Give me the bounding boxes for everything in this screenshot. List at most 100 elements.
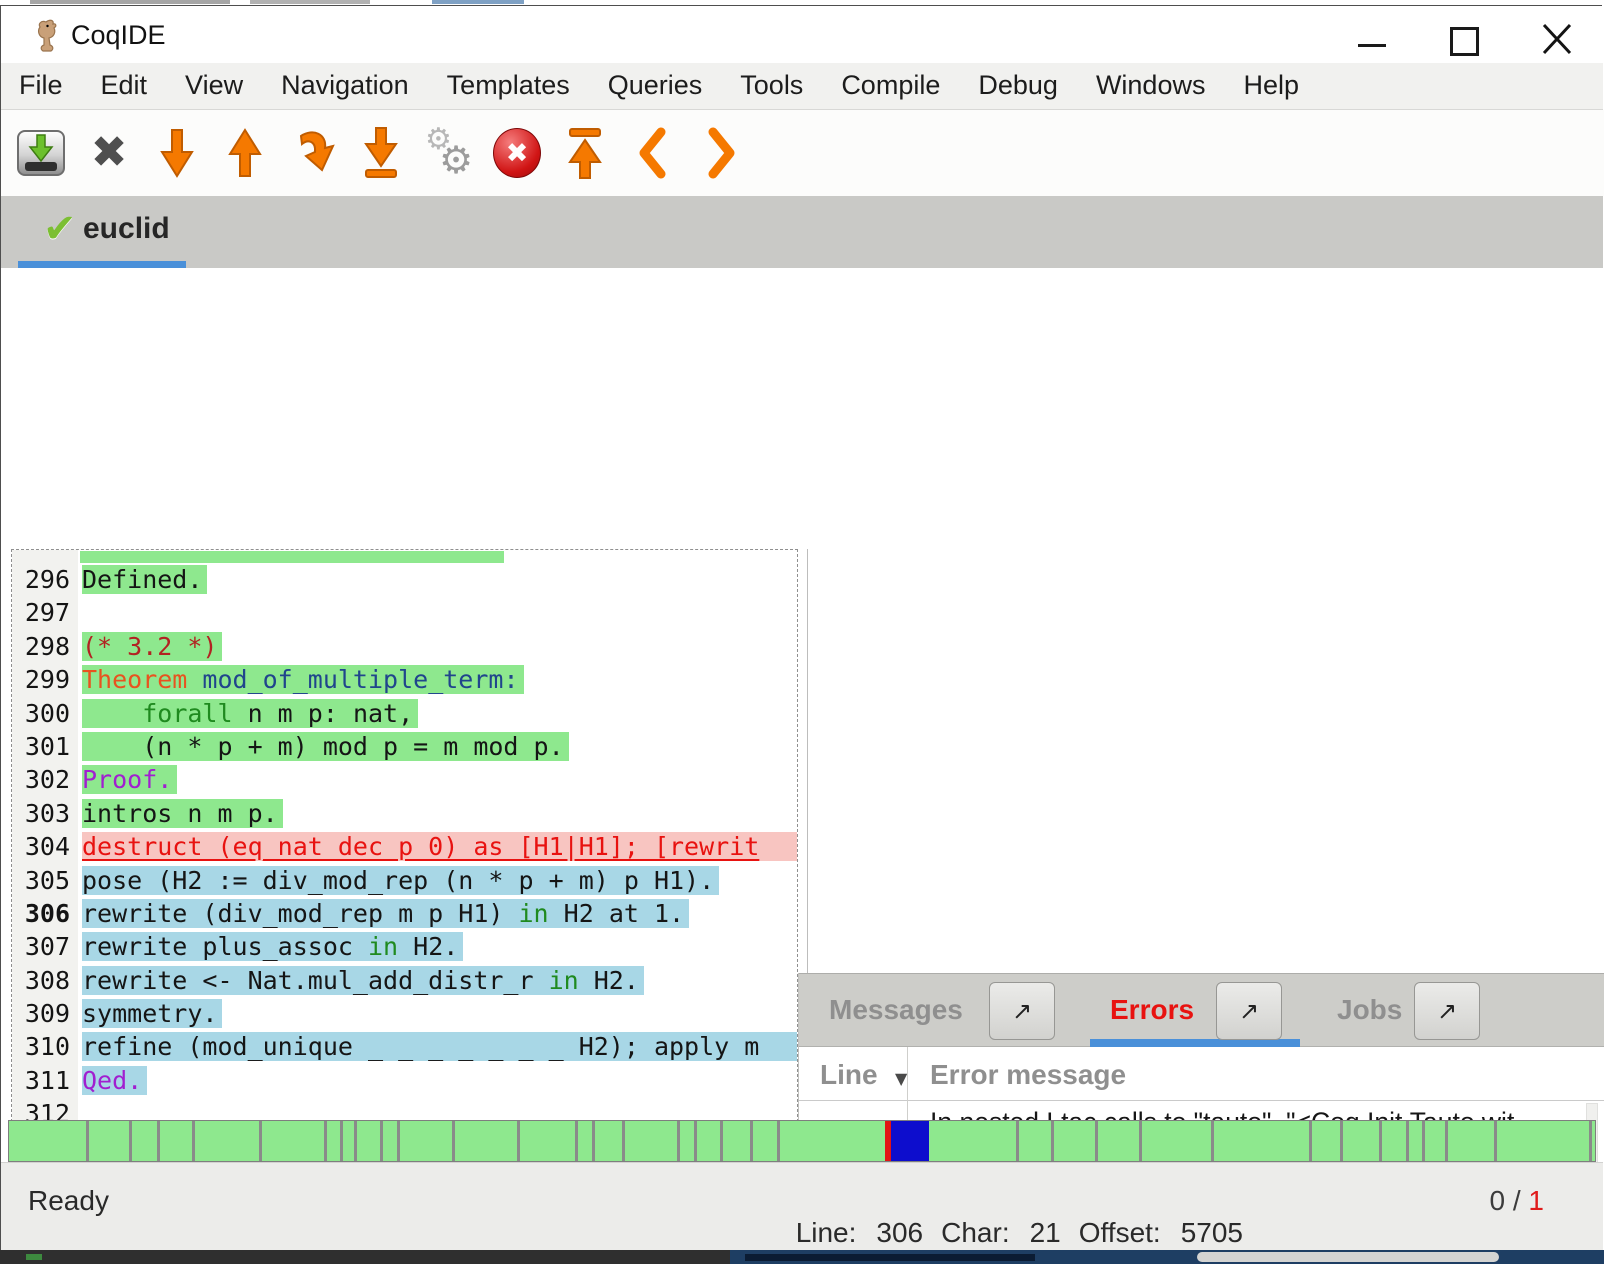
menu-item-debug[interactable]: Debug [978, 63, 1058, 109]
segment-separator [259, 1121, 262, 1161]
segment-separator [1445, 1121, 1448, 1161]
code-line-306[interactable]: 306rewrite (div_mod_rep m p H1) in H2 at… [12, 897, 797, 930]
detach-errors-button[interactable]: ↗ [1216, 982, 1282, 1040]
code-line-296[interactable]: 296Defined. [12, 563, 797, 596]
menu-item-compile[interactable]: Compile [841, 63, 940, 109]
segment-separator [380, 1121, 383, 1161]
go-to-cursor-button curved-arrow-icon[interactable] [287, 122, 339, 184]
line-number: 300 [12, 697, 78, 730]
menu-item-tools[interactable]: Tools [740, 63, 803, 109]
code-text: forall n m p: nat, [78, 697, 797, 730]
main-content: 296Defined.297298(* 3.2 *)299Theorem mod… [1, 268, 1603, 1105]
save-button save-icon[interactable] [15, 122, 67, 184]
menu-item-edit[interactable]: Edit [101, 63, 148, 109]
menu-item-help[interactable]: Help [1243, 63, 1299, 109]
segment-separator [750, 1121, 753, 1161]
line-label: Line: [796, 1217, 857, 1248]
line-number: 304 [12, 830, 78, 863]
code-line-301[interactable]: 301 (n * p + m) mod p = m mod p. [12, 730, 797, 763]
preferences-button gears-icon[interactable]: ⚙⚙ [423, 122, 475, 184]
menu-item-file[interactable]: File [19, 63, 63, 109]
line-number: 299 [12, 663, 78, 696]
code-line-308[interactable]: 308rewrite <- Nat.mul_add_distr_r in H2. [12, 964, 797, 997]
code-text: Defined. [78, 563, 797, 596]
menu-item-templates[interactable]: Templates [447, 63, 570, 109]
segment-separator [340, 1121, 343, 1161]
counter-prefix: 0 / [1490, 1185, 1521, 1216]
line-number: 306 [12, 897, 78, 930]
menu-item-queries[interactable]: Queries [608, 63, 703, 109]
tab-messages[interactable]: Messages [829, 994, 963, 1026]
code-text: intros n m p. [78, 797, 797, 830]
code-text: (n * p + m) mod p = m mod p. [78, 730, 797, 763]
segment-separator [1422, 1121, 1425, 1161]
line-number: 297 [12, 596, 78, 629]
code-line-310[interactable]: 310refine (mod_unique _ _ _ _ _ _ _ H2);… [12, 1030, 797, 1063]
code-line-299[interactable]: 299Theorem mod_of_multiple_term: [12, 663, 797, 696]
tab-jobs[interactable]: Jobs [1337, 994, 1402, 1026]
run-to-end-button down-arrow-bar-icon[interactable] [355, 122, 407, 184]
restart-button up-arrow-bar-icon[interactable] [559, 122, 611, 184]
feedback-tabs-header: Messages ↗ Errors ↗ Jobs ↗ [799, 973, 1604, 1047]
segment-separator [452, 1121, 455, 1161]
code-line-303[interactable]: 303intros n m p. [12, 797, 797, 830]
detach-arrow-icon: ↗ [1239, 997, 1259, 1025]
partial-line-above [80, 551, 504, 563]
previous-button chevron-left-icon[interactable] [627, 122, 679, 184]
segment-separator [1211, 1121, 1214, 1161]
tabstrip: ✔ euclid [1, 196, 1603, 268]
menu-item-view[interactable]: View [185, 63, 243, 109]
segment-separator [86, 1121, 89, 1161]
sort-descending-icon[interactable]: ▼ [895, 1069, 907, 1088]
background-scrollbar-thumb [1197, 1252, 1499, 1262]
code-line-300[interactable]: 300 forall n m p: nat, [12, 697, 797, 730]
segment-separator [1051, 1121, 1054, 1161]
code-line-302[interactable]: 302Proof. [12, 763, 797, 796]
active-errors-tab-underline [1090, 1039, 1300, 1047]
offset-label: Offset: [1079, 1217, 1161, 1248]
code-text: rewrite <- Nat.mul_add_distr_r in H2. [78, 964, 797, 997]
menu-item-windows[interactable]: Windows [1096, 63, 1206, 109]
next-button chevron-right-icon[interactable] [695, 122, 747, 184]
segment-separator [397, 1121, 400, 1161]
background-window-bottom [0, 1250, 1604, 1264]
column-header-error-message[interactable]: Error message [930, 1059, 1126, 1091]
maximize-button[interactable] [1450, 27, 1479, 56]
line-number: 302 [12, 763, 78, 796]
statusbar: Ready Line:306Char:21Offset:5705 0 / 1 [1, 1162, 1603, 1250]
tab-label: euclid [83, 212, 170, 246]
close-document-button x-icon[interactable]: ✖ [83, 122, 135, 184]
line-number: 309 [12, 997, 78, 1030]
segment-separator [1139, 1121, 1142, 1161]
code-line-304[interactable]: 304destruct (eq_nat_dec p 0) as [H1|H1];… [12, 830, 797, 863]
line-number: 310 [12, 1030, 78, 1063]
code-line-298[interactable]: 298(* 3.2 *) [12, 630, 797, 663]
menu-item-navigation[interactable]: Navigation [281, 63, 409, 109]
line-number: 298 [12, 630, 78, 663]
progress-segment-bar [8, 1120, 1596, 1162]
segment-separator [1340, 1121, 1343, 1161]
interrupt-button stop-icon[interactable]: ✖ [491, 122, 543, 184]
code-line-309[interactable]: 309symmetry. [12, 997, 797, 1030]
minimize-button[interactable] [1358, 44, 1386, 47]
close-button[interactable] [1538, 21, 1576, 57]
code-line-307[interactable]: 307rewrite plus_assoc in H2. [12, 930, 797, 963]
detach-messages-button[interactable]: ↗ [989, 982, 1055, 1040]
code-line-311[interactable]: 311Qed. [12, 1064, 797, 1097]
forward-one-step-button down-arrow-icon[interactable] [151, 122, 203, 184]
code-line-305[interactable]: 305pose (H2 := div_mod_rep (n * p + m) p… [12, 864, 797, 897]
code-text [78, 596, 797, 629]
detach-jobs-button[interactable]: ↗ [1414, 982, 1480, 1040]
segment-separator [622, 1121, 625, 1161]
code-text: Qed. [78, 1064, 797, 1097]
tab-errors[interactable]: Errors [1110, 994, 1194, 1026]
column-header-line[interactable]: Line [820, 1059, 878, 1091]
code-line-297[interactable]: 297 [12, 596, 797, 629]
line-number: 305 [12, 864, 78, 897]
background-link-fragment [432, 0, 524, 4]
line-number: 303 [12, 797, 78, 830]
backward-one-step-button up-arrow-icon[interactable] [219, 122, 271, 184]
titlebar: CoqIDE [1, 6, 1603, 63]
check-icon: ✔ [43, 206, 77, 252]
status-ready: Ready [28, 1185, 109, 1217]
